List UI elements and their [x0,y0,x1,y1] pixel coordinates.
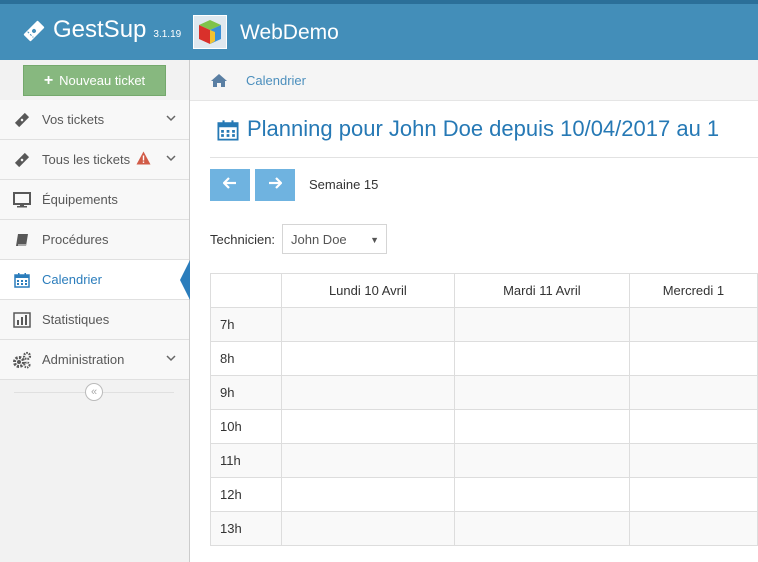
planning-header-row: Lundi 10 Avril Mardi 11 Avril Mercredi 1 [210,273,758,308]
planning-table: Lundi 10 Avril Mardi 11 Avril Mercredi 1… [210,273,758,546]
calendar-icon [217,119,239,146]
planning-slot[interactable] [628,375,758,410]
arrow-left-icon [222,176,237,194]
ticket-icon [12,152,32,168]
planning-slot[interactable] [280,409,455,444]
hour-label: 13h [210,511,282,546]
planning-slot[interactable] [628,307,758,342]
sidebar-item-vos-tickets[interactable]: Vos tickets [0,100,189,140]
active-indicator [180,260,190,300]
warning-icon [136,151,151,168]
sidebar-item-calendrier[interactable]: Calendrier [0,260,190,300]
ticket-logo-icon [22,19,46,48]
planning-row: 10h [210,409,758,444]
planning-row: 11h [210,443,758,478]
home-icon[interactable] [210,73,228,93]
sidebar-item-label: Vos tickets [42,112,105,127]
hour-label: 8h [210,341,282,376]
sidebar-item-label: Calendrier [42,272,102,287]
next-week-button[interactable] [255,169,295,201]
sidebar-item-label: Administration [42,352,125,367]
hour-label: 9h [210,375,282,410]
sidebar-item-tous-les-tickets[interactable]: Tous les tickets [0,140,189,180]
chevron-down-icon [165,352,177,367]
technician-select[interactable]: John Doe ▼ [282,224,387,254]
sidebar-item-equipements[interactable]: Équipements [0,180,189,220]
hour-label: 7h [210,307,282,342]
planning-day-header: Lundi 10 Avril [280,273,455,308]
planning-slot[interactable] [453,307,630,342]
breadcrumb-current[interactable]: Calendrier [246,73,306,88]
arrow-right-icon [268,176,283,194]
hour-label: 10h [210,409,282,444]
planning-slot[interactable] [453,511,630,546]
previous-week-button[interactable] [210,169,250,201]
planning-slot[interactable] [280,307,455,342]
sidebar-item-label: Équipements [42,192,118,207]
planning-slot[interactable] [280,375,455,410]
planning-slot[interactable] [628,341,758,376]
planning-row: 9h [210,375,758,410]
hour-label: 12h [210,477,282,512]
technician-label: Technicien: [210,232,276,247]
planning-slot[interactable] [280,511,455,546]
sidebar-item-procedures[interactable]: Procédures [0,220,189,260]
sidebar-item-administration[interactable]: Administration [0,340,189,380]
bar-chart-icon [12,311,32,328]
sidebar-item-label: Statistiques [42,312,110,327]
planning-row: 13h [210,511,758,546]
company-logo [193,15,227,49]
sidebar-item-statistiques[interactable]: Statistiques [0,300,189,340]
planning-day-header: Mercredi 1 [628,273,758,308]
breadcrumb: Calendrier [190,60,758,101]
planning-slot[interactable] [453,443,630,478]
top-navbar: GestSup 3.1.19 WebDemo [0,0,758,60]
page-title: Planning pour John Doe depuis 10/04/2017… [247,116,720,141]
hour-label: 11h [210,443,282,478]
app-name: GestSup [53,16,147,43]
plus-icon: + [43,71,54,89]
sidebar-nav: Vos tickets Tous les tickets Équipements… [0,100,190,380]
planning-slot[interactable] [628,409,758,444]
double-chevron-left-icon: « [90,386,98,398]
planning-slot[interactable] [628,443,758,478]
sidebar-item-label: Tous les tickets [42,152,131,167]
dropdown-caret-icon: ▼ [370,235,379,245]
planning-corner-cell [210,273,282,308]
app-version: 3.1.19 [153,29,182,40]
planning-slot[interactable] [453,409,630,444]
monitor-icon [12,191,32,208]
planning-slot[interactable] [453,477,630,512]
new-ticket-label: Nouveau ticket [59,73,146,88]
planning-row: 7h [210,307,758,342]
planning-row: 8h [210,341,758,376]
sidebar-collapse-button[interactable]: « [85,383,103,401]
sidebar: + Nouveau ticket Vos tickets Tous les ti… [0,60,190,562]
planning-slot[interactable] [453,341,630,376]
cogs-icon [12,351,32,369]
new-ticket-button[interactable]: + Nouveau ticket [23,65,166,96]
sidebar-item-label: Procédures [42,232,109,247]
planning-slot[interactable] [280,341,455,376]
chevron-down-icon [165,152,177,167]
planning-slot[interactable] [280,443,455,478]
week-label: Semaine 15 [309,177,379,192]
book-icon [12,232,32,248]
planning-slot[interactable] [628,511,758,546]
company-name[interactable]: WebDemo [240,21,339,45]
app-brand[interactable]: GestSup 3.1.19 [45,16,181,44]
planning-slot[interactable] [280,477,455,512]
planning-day-header: Mardi 11 Avril [453,273,630,308]
planning-row: 12h [210,477,758,512]
title-divider [210,157,758,158]
technician-selected-value: John Doe [291,232,347,247]
calendar-icon [12,272,32,288]
planning-slot[interactable] [628,477,758,512]
planning-slot[interactable] [453,375,630,410]
ticket-icon [12,112,32,128]
chevron-down-icon [165,112,177,127]
